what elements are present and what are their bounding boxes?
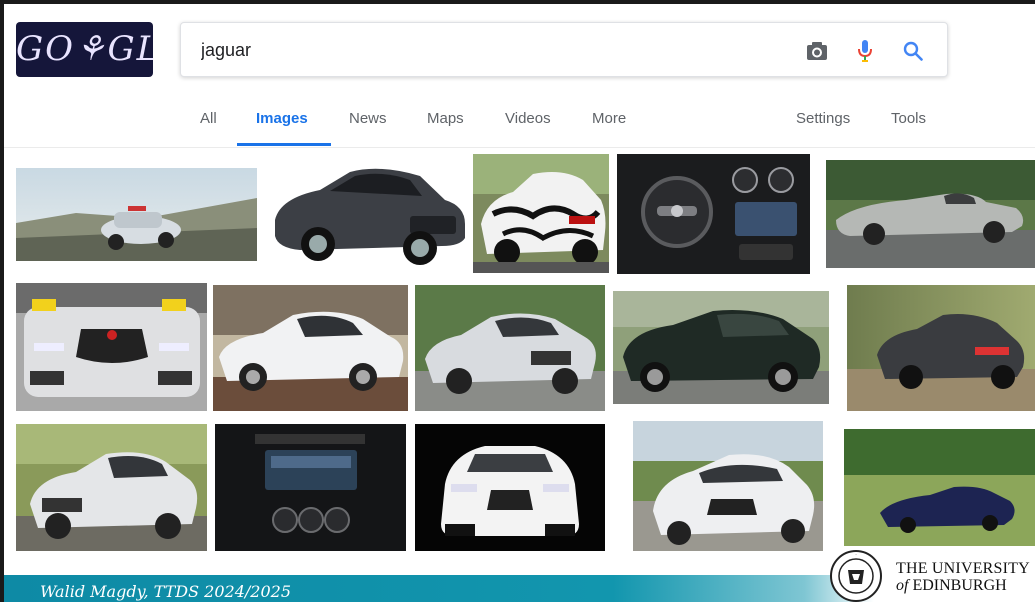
tab-tools[interactable]: Tools: [891, 110, 926, 127]
university-crest-logo: ·: [828, 548, 884, 602]
university-line1: THE UNIVERSITY: [896, 560, 1030, 577]
university-of: of: [896, 577, 909, 594]
image-result[interactable]: [415, 424, 605, 551]
university-edinburgh: EDINBURGH: [912, 577, 1007, 594]
camera-icon[interactable]: [803, 37, 831, 65]
image-result[interactable]: [844, 429, 1035, 546]
tabs-divider: [4, 147, 1035, 148]
image-result[interactable]: [215, 424, 406, 551]
microphone-icon[interactable]: [851, 37, 879, 65]
tab-news[interactable]: News: [349, 110, 387, 127]
search-icon[interactable]: [899, 37, 927, 65]
image-result[interactable]: [473, 154, 609, 273]
tab-settings[interactable]: Settings: [796, 110, 850, 127]
tab-images[interactable]: Images: [256, 110, 308, 127]
logo-text: GO⚘GLE: [16, 29, 153, 69]
image-result[interactable]: [213, 285, 408, 411]
tab-more[interactable]: More: [592, 110, 626, 127]
university-name: THE UNIVERSITY of EDINBURGH: [896, 560, 1030, 594]
slide-left-border: [0, 0, 4, 602]
search-box: [180, 22, 948, 77]
image-result[interactable]: [415, 285, 605, 411]
image-result[interactable]: [613, 291, 829, 404]
search-input[interactable]: [201, 37, 761, 63]
image-result[interactable]: [633, 421, 823, 551]
image-result[interactable]: [16, 283, 207, 411]
slide-top-border: [0, 0, 1035, 4]
tab-videos[interactable]: Videos: [505, 110, 551, 127]
footer-credit: Walid Magdy, TTDS 2024/2025: [40, 582, 291, 601]
image-result[interactable]: [270, 158, 467, 269]
google-doodle-logo[interactable]: GO⚘GLE: [16, 22, 153, 77]
active-tab-indicator: [237, 143, 331, 146]
tab-all[interactable]: All: [200, 110, 217, 127]
image-result[interactable]: [826, 160, 1035, 268]
image-result[interactable]: [617, 154, 810, 274]
image-result[interactable]: [16, 168, 257, 261]
university-line2: of EDINBURGH: [896, 577, 1030, 594]
image-result[interactable]: [847, 285, 1035, 411]
tab-maps[interactable]: Maps: [427, 110, 464, 127]
image-result[interactable]: [16, 424, 207, 551]
